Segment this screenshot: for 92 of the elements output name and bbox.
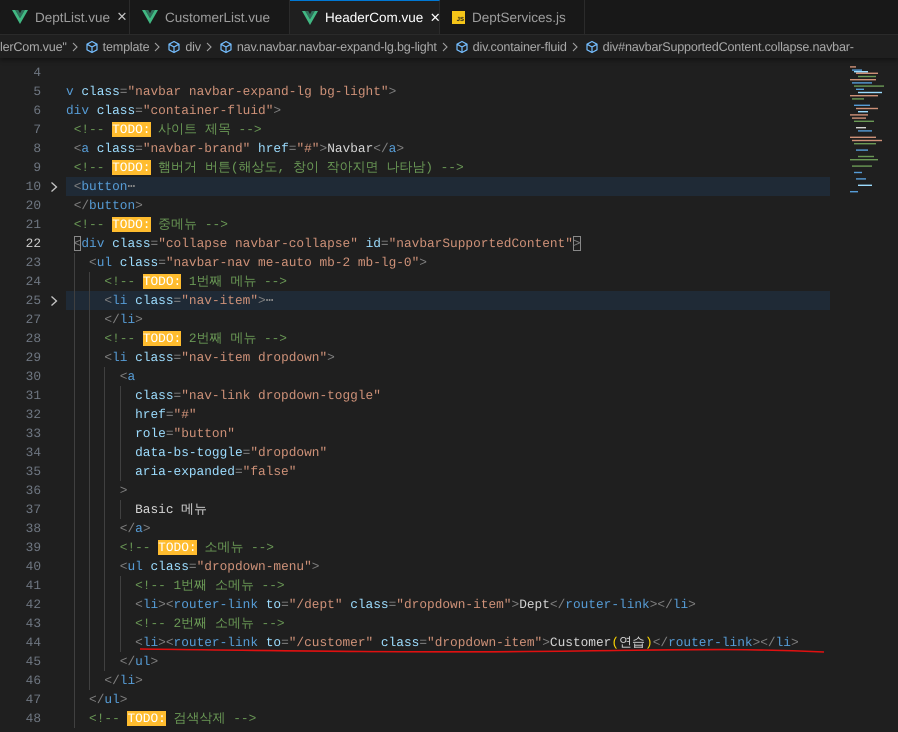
fold-chevron-icon[interactable] (48, 294, 58, 306)
code-line: </button> (72, 198, 143, 213)
code-line: </ul> (88, 692, 128, 707)
line-number: 22 (24, 236, 41, 251)
line-number: 29 (24, 350, 41, 365)
line-number: 9 (32, 160, 41, 175)
code-line: <!-- TODO: 소메뉴 --> (118, 539, 274, 556)
line-number: 6 (32, 103, 41, 118)
code-line: <a (118, 369, 136, 384)
code-line: role="button" (134, 426, 235, 441)
code-line: <!-- 2번째 소메뉴 --> (134, 615, 285, 632)
code-line: > (118, 483, 128, 498)
line-number: 21 (24, 217, 41, 232)
code-line: <li class="nav-item dropdown"> (103, 350, 335, 365)
code-line: <!-- 1번째 소메뉴 --> (134, 577, 285, 594)
code-line: div class="container-fluid"> (66, 103, 282, 118)
close-button[interactable]: × (117, 7, 127, 27)
line-number: 38 (24, 521, 41, 536)
vue-file-icon (12, 10, 28, 24)
line-number: 7 (32, 122, 41, 137)
line-number: 25 (24, 293, 41, 308)
line-number: 30 (24, 369, 41, 384)
cube-icon (218, 40, 233, 54)
line-number: 43 (24, 616, 41, 631)
code-line: <a class="navbar-brand" href="#">Navbar</a> (72, 141, 404, 156)
code-line: </a> (118, 521, 150, 536)
cube-icon (454, 40, 469, 54)
line-number: 42 (24, 597, 41, 612)
chevron-right-icon (153, 42, 162, 52)
code-line: aria-expanded="false" (134, 464, 296, 479)
code-line: v class="navbar navbar-expand-lg bg-light"> (66, 84, 396, 99)
code-line: </li> (103, 673, 143, 688)
line-number: 40 (24, 559, 41, 574)
cube-icon (84, 40, 99, 54)
editor-tab[interactable]: HeaderCom.vue × (290, 0, 440, 34)
code-line: <!-- TODO: 중메뉴 --> (72, 216, 228, 233)
line-number: 36 (24, 483, 41, 498)
line-number: 4 (32, 65, 41, 80)
line-number: 46 (24, 673, 41, 688)
code-line: <ul class="navbar-nav me-auto mb-2 mb-lg-0"> (88, 255, 427, 270)
line-number: 33 (24, 426, 41, 441)
chevron-right-icon (70, 42, 79, 52)
line-number: 5 (32, 84, 41, 99)
code-line: href="#" (134, 407, 197, 422)
code-line: class="nav-link dropdown-toggle" (134, 388, 381, 403)
code-line: Basic 메뉴 (134, 501, 208, 518)
chevron-right-icon (440, 42, 449, 52)
line-number: 20 (24, 198, 41, 213)
code-line: <li><router-link to="/customer" class="dropdown-item">Customer(연습)</router-link></li> (134, 634, 799, 651)
fold-chevron-icon[interactable] (48, 180, 58, 192)
line-number: 23 (24, 255, 41, 270)
close-button[interactable]: × (430, 8, 440, 28)
line-number: 44 (24, 635, 41, 650)
line-number: 35 (24, 464, 41, 479)
breadcrumb-item[interactable]: template (102, 40, 150, 54)
cube-icon (584, 40, 599, 54)
breadcrumb-item[interactable]: div (185, 40, 201, 54)
code-line: <ul class="dropdown-menu"> (118, 559, 320, 574)
line-number: 47 (24, 692, 41, 707)
code-line: <!-- TODO: 사이트 제목 --> (72, 121, 262, 138)
line-number: 37 (24, 502, 41, 517)
line-number: 45 (24, 654, 41, 669)
line-number: 39 (24, 540, 41, 555)
code-line: <!-- TODO: 2번째 메뉴 --> (103, 330, 287, 347)
code-line: </li> (103, 312, 143, 327)
breadcrumb-item[interactable]: lerCom.vue" (0, 40, 67, 54)
breadcrumb-item[interactable]: div.container-fluid (472, 40, 567, 54)
chevron-right-icon (204, 42, 213, 52)
code-line: <li class="nav-item">⋯ (103, 293, 274, 308)
code-line: </ul> (118, 654, 158, 669)
chevron-right-icon (570, 42, 579, 52)
line-number: 27 (24, 312, 41, 327)
line-number: 31 (24, 388, 41, 403)
line-number: 41 (24, 578, 41, 593)
cube-icon (167, 40, 182, 54)
line-number: 28 (24, 331, 41, 346)
line-number: 34 (24, 445, 41, 460)
vue-file-icon (142, 10, 158, 24)
line-number: 48 (24, 711, 41, 726)
line-number: 24 (24, 274, 41, 289)
line-number: 8 (32, 141, 41, 156)
code-line: data-bs-toggle="dropdown" (134, 445, 328, 460)
code-line: <!-- TODO: 1번째 메뉴 --> (103, 273, 287, 290)
code-line: <button⋯ (72, 179, 136, 194)
breadcrumb-item[interactable]: nav.navbar.navbar-expand-lg.bg-light (236, 40, 437, 54)
code-line: <li><router-link to="/dept" class="dropdown-item">Dept</router-link></li> (134, 597, 696, 612)
line-number: 10 (24, 179, 41, 194)
vue-file-icon (302, 10, 318, 24)
code-line: <!-- TODO: 검색삭제 --> (88, 710, 256, 727)
breadcrumb-item[interactable]: div#navbarSupportedContent.collapse.navbar- (602, 40, 854, 54)
line-number: 32 (24, 407, 41, 422)
code-line: <!-- TODO: 햄버거 버튼(해상도, 창이 작아지면 나타남) --> (72, 159, 464, 176)
